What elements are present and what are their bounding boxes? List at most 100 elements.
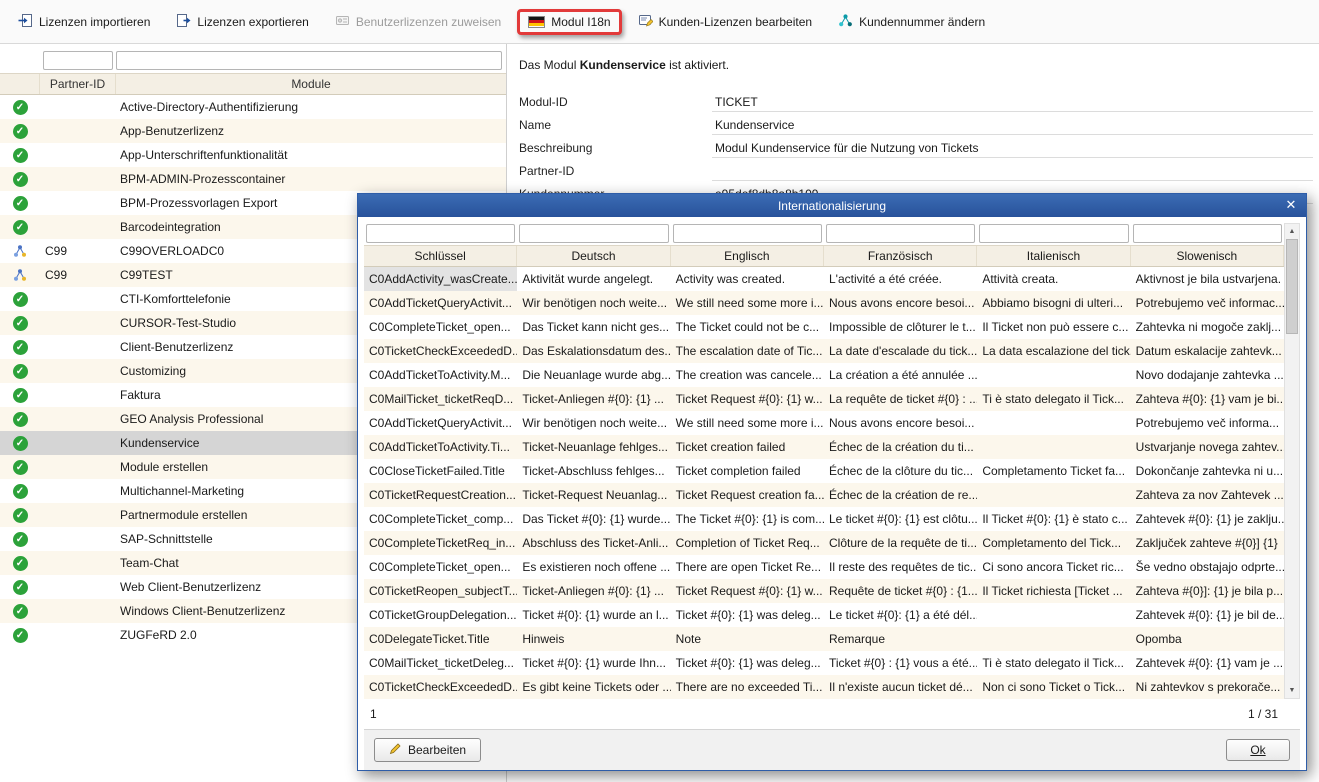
i18n-cell[interactable]: Nous avons encore besoi... (824, 411, 977, 435)
i18n-cell[interactable]: Il Ticket #{0}: {1} è stato c... (977, 507, 1130, 531)
i18n-cell[interactable]: Potrebujemo več informac... (1131, 291, 1284, 315)
i18n-cell[interactable]: Abbiamo bisogni di ulteri... (977, 291, 1130, 315)
i18n-cell[interactable]: La requête de ticket #{0} : ... (824, 387, 977, 411)
import-licenses-button[interactable]: Lizenzen importieren (8, 8, 160, 36)
i18n-row[interactable]: C0AddTicketToActivity.Ti...Ticket-Neuanl… (364, 435, 1284, 459)
detail-field-value[interactable] (712, 164, 1313, 181)
i18n-row[interactable]: C0TicketReopen_subjectT...Ticket-Anliege… (364, 579, 1284, 603)
i18n-cell[interactable]: Échec de la clôture du tic... (824, 459, 977, 483)
i18n-cell[interactable]: We still need some more i... (671, 411, 824, 435)
i18n-cell[interactable]: Impossible de clôturer le t... (824, 315, 977, 339)
i18n-cell[interactable]: The creation was cancele... (671, 363, 824, 387)
export-licenses-button[interactable]: Lizenzen exportieren (166, 8, 318, 36)
i18n-cell[interactable]: Die Neuanlage wurde abg... (517, 363, 670, 387)
i18n-cell[interactable]: The Ticket could not be c... (671, 315, 824, 339)
i18n-filter-input-schluessel[interactable] (366, 224, 515, 243)
column-header-englisch[interactable]: Englisch (671, 246, 824, 266)
detail-field-value[interactable]: TICKET (712, 93, 1313, 112)
i18n-cell[interactable]: Ticket-Neuanlage fehlges... (517, 435, 670, 459)
i18n-cell[interactable]: Il Ticket richiesta [Ticket ... (977, 579, 1130, 603)
i18n-cell[interactable]: C0TicketGroupDelegation... (364, 603, 517, 627)
i18n-cell[interactable]: Das Eskalationsdatum des... (517, 339, 670, 363)
scroll-down-icon[interactable]: ▼ (1285, 683, 1299, 698)
i18n-cell[interactable]: Activity was created. (671, 267, 824, 291)
i18n-cell[interactable]: Completamento Ticket fa... (977, 459, 1130, 483)
i18n-cell[interactable]: C0AddTicketToActivity.Ti... (364, 435, 517, 459)
i18n-cell[interactable]: Completion of Ticket Req... (671, 531, 824, 555)
i18n-row[interactable]: C0CompleteTicket_open...Das Ticket kann … (364, 315, 1284, 339)
i18n-cell[interactable]: Ticket completion failed (671, 459, 824, 483)
i18n-cell[interactable]: C0TicketReopen_subjectT... (364, 579, 517, 603)
i18n-cell[interactable]: Ticket #{0}: {1} wurde Ihn... (517, 651, 670, 675)
i18n-cell[interactable]: Zahteva za nov Zahtevek ... (1131, 483, 1284, 507)
i18n-cell[interactable]: Nous avons encore besoi... (824, 291, 977, 315)
i18n-cell[interactable]: Datum eskalacije zahtevk... (1131, 339, 1284, 363)
i18n-cell[interactable]: There are open Ticket Re... (671, 555, 824, 579)
i18n-cell[interactable]: There are no exceeded Ti... (671, 675, 824, 699)
column-header-franzoesisch[interactable]: Französisch (824, 246, 977, 266)
edit-button[interactable]: Bearbeiten (374, 738, 481, 762)
i18n-cell[interactable]: Ticket-Anliegen #{0}: {1} ... (517, 579, 670, 603)
i18n-cell[interactable]: Ticket Request #{0}: {1} w... (671, 387, 824, 411)
i18n-cell[interactable]: We still need some more i... (671, 291, 824, 315)
i18n-cell[interactable]: C0AddTicketQueryActivit... (364, 291, 517, 315)
i18n-row[interactable]: C0MailTicket_ticketReqD...Ticket-Anliege… (364, 387, 1284, 411)
i18n-cell[interactable]: Zahtevek #{0}: {1} je zaklju... (1131, 507, 1284, 531)
i18n-filter-input-italienisch[interactable] (979, 224, 1128, 243)
i18n-cell[interactable]: Dokončanje zahtevka ni u... (1131, 459, 1284, 483)
i18n-row[interactable]: C0DelegateTicket.TitleHinweisNoteRemarqu… (364, 627, 1284, 651)
i18n-cell[interactable]: La date d'escalade du tick... (824, 339, 977, 363)
i18n-row[interactable]: C0AddTicketQueryActivit...Wir benötigen … (364, 291, 1284, 315)
i18n-row[interactable]: C0AddActivity_wasCreate...Aktivität wurd… (364, 267, 1284, 291)
column-header-schluessel[interactable]: Schlüssel (364, 246, 517, 266)
i18n-cell[interactable]: Wir benötigen noch weite... (517, 291, 670, 315)
i18n-filter-input-deutsch[interactable] (519, 224, 668, 243)
i18n-cell[interactable]: Zahtevka ni mogoče zaklj... (1131, 315, 1284, 339)
i18n-cell[interactable]: Aktivität wurde angelegt. (517, 267, 670, 291)
vertical-scrollbar[interactable]: ▲ ▼ (1284, 223, 1300, 699)
i18n-cell[interactable] (977, 435, 1130, 459)
column-header-deutsch[interactable]: Deutsch (517, 246, 670, 266)
change-customer-number-button[interactable]: Kundennummer ändern (828, 8, 995, 36)
i18n-cell[interactable]: C0TicketRequestCreation... (364, 483, 517, 507)
i18n-cell[interactable]: C0AddTicketToActivity.M... (364, 363, 517, 387)
column-header-partner-id[interactable]: Partner-ID (40, 74, 116, 94)
column-header-slowenisch[interactable]: Slowenisch (1131, 246, 1284, 266)
i18n-cell[interactable]: C0DelegateTicket.Title (364, 627, 517, 651)
i18n-cell[interactable]: Ticket-Request Neuanlag... (517, 483, 670, 507)
i18n-cell[interactable]: C0CloseTicketFailed.Title (364, 459, 517, 483)
scroll-up-icon[interactable]: ▲ (1285, 224, 1299, 239)
i18n-cell[interactable]: Es gibt keine Tickets oder ... (517, 675, 670, 699)
i18n-row[interactable]: C0CloseTicketFailed.TitleTicket-Abschlus… (364, 459, 1284, 483)
i18n-cell[interactable]: Novo dodajanje zahtevka ... (1131, 363, 1284, 387)
i18n-cell[interactable]: Es existieren noch offene ... (517, 555, 670, 579)
i18n-cell[interactable]: C0TicketCheckExceededD... (364, 675, 517, 699)
i18n-cell[interactable]: Il reste des requêtes de tic... (824, 555, 977, 579)
i18n-row[interactable]: C0TicketCheckExceededD...Das Eskalations… (364, 339, 1284, 363)
i18n-cell[interactable]: Ni zahtevkov s prekorače... (1131, 675, 1284, 699)
i18n-row[interactable]: C0AddTicketToActivity.M...Die Neuanlage … (364, 363, 1284, 387)
i18n-cell[interactable]: Potrebujemo več informa... (1131, 411, 1284, 435)
i18n-cell[interactable]: Zahtevek #{0}: {1} vam je ... (1131, 651, 1284, 675)
i18n-cell[interactable]: Das Ticket #{0}: {1} wurde... (517, 507, 670, 531)
i18n-cell[interactable]: La création a été annulée ... (824, 363, 977, 387)
i18n-cell[interactable]: C0AddActivity_wasCreate... (364, 267, 517, 291)
i18n-cell[interactable]: Requête de ticket #{0} : {1... (824, 579, 977, 603)
i18n-cell[interactable]: Ticket Request creation fa... (671, 483, 824, 507)
i18n-cell[interactable]: C0CompleteTicketReq_in... (364, 531, 517, 555)
i18n-cell[interactable]: Attività creata. (977, 267, 1130, 291)
detail-field-value[interactable]: Modul Kundenservice für die Nutzung von … (712, 139, 1313, 158)
i18n-cell[interactable]: Zahtevek #{0}: {1} je bil de... (1131, 603, 1284, 627)
i18n-cell[interactable]: C0MailTicket_ticketReqD... (364, 387, 517, 411)
edit-customer-licenses-button[interactable]: Kunden-Lizenzen bearbeiten (628, 8, 822, 36)
i18n-row[interactable]: C0CompleteTicket_open...Es existieren no… (364, 555, 1284, 579)
i18n-cell[interactable]: C0CompleteTicket_comp... (364, 507, 517, 531)
i18n-cell[interactable]: La data escalazione del tick... (977, 339, 1130, 363)
i18n-cell[interactable]: Ticket creation failed (671, 435, 824, 459)
i18n-cell[interactable]: Hinweis (517, 627, 670, 651)
i18n-cell[interactable]: Zahteva #{0}: {1} vam je bi... (1131, 387, 1284, 411)
i18n-cell[interactable] (977, 603, 1130, 627)
i18n-cell[interactable] (977, 627, 1130, 651)
module-row[interactable]: ✓App-Benutzerlizenz (0, 119, 506, 143)
i18n-cell[interactable]: Échec de la création de re... (824, 483, 977, 507)
